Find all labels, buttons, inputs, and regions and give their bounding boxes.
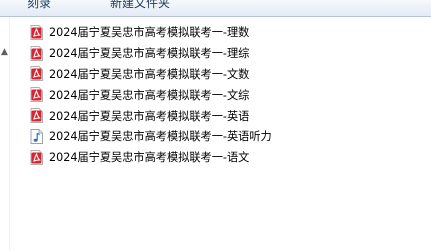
pdf-icon (30, 45, 43, 61)
file-name: 2024届宁夏吴忠市高考模拟联考一-英语听力 (49, 130, 272, 144)
audio-file-icon (30, 128, 43, 144)
navigation-pane-edge[interactable]: ▲ (0, 17, 10, 251)
file-item-yingyu-tingli[interactable]: 2024届宁夏吴忠市高考模拟联考一-英语听力 (30, 126, 272, 147)
file-item-wenshu[interactable]: 2024届宁夏吴忠市高考模拟联考一-文数 (30, 64, 272, 85)
file-item-yingyu[interactable]: 2024届宁夏吴忠市高考模拟联考一-英语 (30, 105, 272, 126)
file-item-yuwen[interactable]: 2024届宁夏吴忠市高考模拟联考一-语文 (30, 147, 272, 168)
file-name: 2024届宁夏吴忠市高考模拟联考一-文数 (49, 67, 250, 81)
burn-button[interactable]: 刻录 (27, 0, 51, 13)
pdf-icon (30, 66, 43, 82)
pdf-icon (30, 149, 43, 165)
pdf-icon (30, 87, 43, 103)
file-item-lishu[interactable]: 2024届宁夏吴忠市高考模拟联考一-理数 (30, 22, 272, 43)
file-list: 2024届宁夏吴忠市高考模拟联考一-理数 2024届宁夏吴忠市高考模拟联考一-理… (30, 22, 272, 168)
explorer-window: 刻录 新建文件夹 ▲ 2024届宁夏吴忠市高考模拟联考一-理数 2024届宁夏吴… (0, 0, 431, 251)
pdf-icon (30, 24, 43, 40)
file-name: 2024届宁夏吴忠市高考模拟联考一-英语 (49, 109, 250, 123)
scroll-up-arrow-icon[interactable]: ▲ (1, 47, 8, 57)
file-name: 2024届宁夏吴忠市高考模拟联考一-理综 (49, 47, 250, 61)
file-name: 2024届宁夏吴忠市高考模拟联考一-理数 (49, 26, 250, 40)
file-item-lizong[interactable]: 2024届宁夏吴忠市高考模拟联考一-理综 (30, 43, 272, 64)
file-name: 2024届宁夏吴忠市高考模拟联考一-语文 (49, 151, 250, 165)
file-item-wenzong[interactable]: 2024届宁夏吴忠市高考模拟联考一-文综 (30, 84, 272, 105)
pdf-icon (30, 108, 43, 124)
new-folder-button[interactable]: 新建文件夹 (110, 0, 170, 13)
command-bar: 刻录 新建文件夹 (0, 0, 431, 17)
file-name: 2024届宁夏吴忠市高考模拟联考一-文综 (49, 88, 250, 102)
